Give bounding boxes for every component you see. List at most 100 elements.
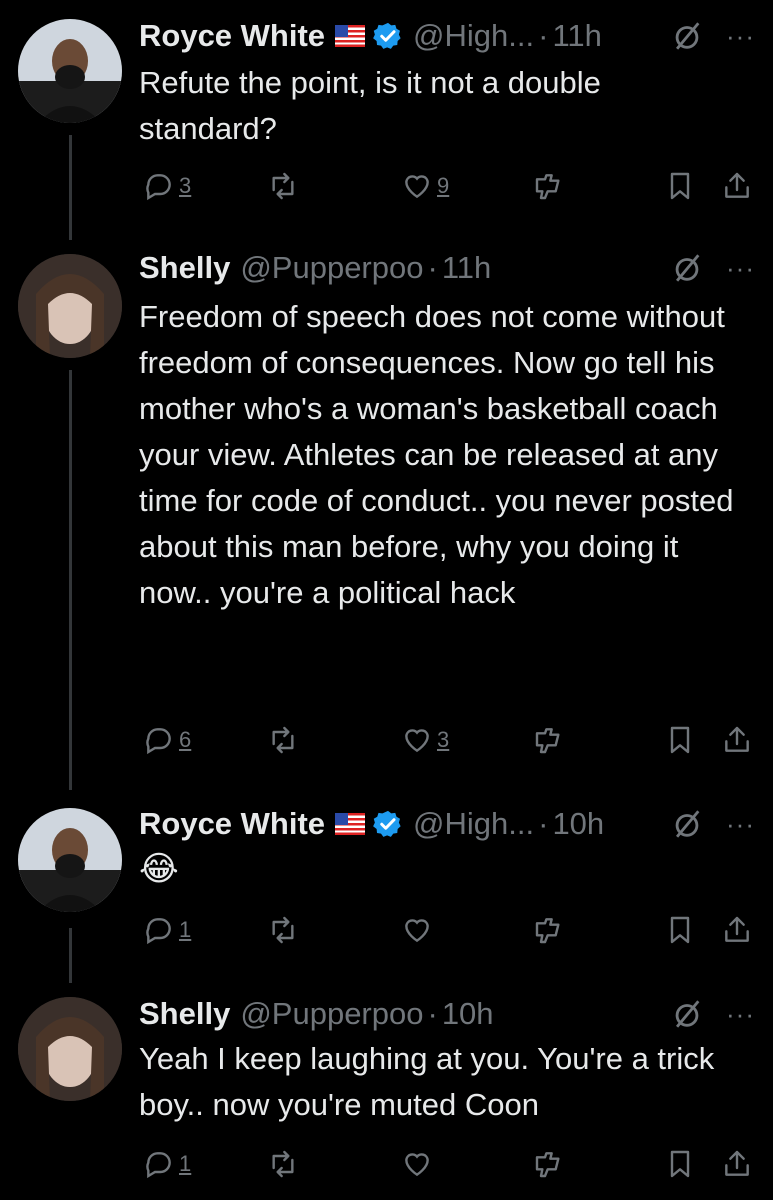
views-button[interactable] <box>533 1144 565 1184</box>
grok-icon[interactable] <box>670 251 704 285</box>
heart-icon <box>405 175 429 199</box>
us-flag-icon <box>335 25 366 47</box>
bookmark-icon <box>670 1150 690 1178</box>
avatar[interactable] <box>18 19 122 123</box>
reply-button[interactable]: 1 <box>143 1144 191 1184</box>
reply-count: 6 <box>179 727 192 752</box>
author-name[interactable]: Royce White <box>139 802 325 846</box>
share-icon <box>725 1150 749 1176</box>
timestamp[interactable]: 10h <box>442 992 494 1036</box>
share-button[interactable] <box>721 1144 753 1184</box>
share-button[interactable] <box>721 720 753 760</box>
like-button[interactable]: 9 <box>401 166 449 206</box>
like-button[interactable]: 3 <box>401 720 449 760</box>
like-count: 9 <box>437 173 450 198</box>
author-name[interactable]: Shelly <box>139 992 230 1036</box>
grok-icon[interactable] <box>670 807 704 841</box>
more-icon[interactable]: ··· <box>726 246 755 290</box>
author-handle[interactable]: @High... <box>413 14 534 58</box>
bookmark-icon <box>670 172 690 200</box>
tweet-text: Freedom of speech does not come without … <box>139 299 734 610</box>
like-count: 3 <box>437 727 450 752</box>
author-handle[interactable]: @High... <box>413 802 534 846</box>
retweet-button[interactable] <box>267 720 303 760</box>
share-button[interactable] <box>721 910 753 950</box>
avatar-image <box>18 808 122 912</box>
tweet-actions: 3 9 <box>139 166 755 206</box>
bookmark-button[interactable] <box>664 910 696 950</box>
retweet-button[interactable] <box>267 166 303 206</box>
views-icon <box>535 728 560 754</box>
reply-icon <box>146 918 171 945</box>
tweet-actions: 6 3 <box>139 720 755 760</box>
bookmark-icon <box>670 916 690 944</box>
tweet-header: Royce White @High... · 10h ··· <box>139 802 755 846</box>
views-icon <box>535 174 560 200</box>
share-icon <box>725 916 749 942</box>
avatar[interactable] <box>18 254 122 358</box>
author-handle[interactable]: @Pupperpoo <box>240 992 423 1036</box>
bookmark-button[interactable] <box>664 720 696 760</box>
avatar-image <box>18 997 122 1101</box>
reply-count: 1 <box>179 1151 192 1176</box>
us-flag-icon <box>335 813 366 835</box>
more-icon[interactable]: ··· <box>726 992 755 1036</box>
retweet-button[interactable] <box>267 910 303 950</box>
reply-count: 3 <box>179 173 192 198</box>
retweet-button[interactable] <box>267 1144 303 1184</box>
avatar[interactable] <box>18 808 122 912</box>
separator-dot: · <box>427 996 438 1031</box>
heart-icon <box>405 919 429 943</box>
tweet-text: Refute the point, is it not a double sta… <box>139 65 601 146</box>
bookmark-button[interactable] <box>664 1144 696 1184</box>
timestamp[interactable]: 10h <box>552 802 604 846</box>
like-button[interactable] <box>401 1144 437 1184</box>
verified-badge-icon <box>373 810 401 837</box>
tweet-actions: 1 <box>139 1144 755 1184</box>
more-icon[interactable]: ··· <box>726 14 755 58</box>
views-icon <box>535 918 560 944</box>
tweet-text: Yeah I keep laughing at you. You're a tr… <box>139 1041 715 1122</box>
share-button[interactable] <box>721 166 753 206</box>
more-icon[interactable]: ··· <box>726 802 755 846</box>
thread-line <box>69 135 72 240</box>
tweet-actions: 1 <box>139 910 755 950</box>
avatar[interactable] <box>18 997 122 1101</box>
reply-button[interactable]: 3 <box>143 166 191 206</box>
grok-icon[interactable] <box>670 997 704 1031</box>
heart-icon <box>405 1153 429 1177</box>
tweet-header: Shelly @Pupperpoo · 11h ··· <box>139 246 755 290</box>
tweet-header: Shelly @Pupperpoo · 10h ··· <box>139 992 755 1036</box>
reply-icon <box>146 174 171 201</box>
views-button[interactable] <box>533 720 565 760</box>
avatar-image <box>18 254 122 358</box>
grok-icon[interactable] <box>670 19 704 53</box>
retweet-icon <box>272 172 294 200</box>
views-button[interactable] <box>533 166 565 206</box>
bookmark-icon <box>670 726 690 754</box>
timestamp[interactable]: 11h <box>442 246 491 290</box>
author-name[interactable]: Royce White <box>139 14 325 58</box>
thread-line <box>69 370 72 790</box>
views-button[interactable] <box>533 910 565 950</box>
retweet-icon <box>272 726 294 754</box>
tweet-text: 😂 <box>139 850 179 888</box>
bookmark-button[interactable] <box>664 166 696 206</box>
separator-dot: · <box>538 806 549 841</box>
share-icon <box>725 172 749 198</box>
avatar-image <box>18 19 122 123</box>
retweet-icon <box>272 1150 294 1178</box>
author-name[interactable]: Shelly <box>139 246 230 290</box>
thread-line <box>69 928 72 983</box>
reply-count: 1 <box>179 917 192 942</box>
reply-button[interactable]: 1 <box>143 910 191 950</box>
heart-icon <box>405 729 429 753</box>
like-button[interactable] <box>401 910 437 950</box>
author-handle[interactable]: @Pupperpoo <box>240 246 423 290</box>
share-icon <box>725 726 749 752</box>
reply-button[interactable]: 6 <box>143 720 191 760</box>
separator-dot: · <box>538 18 549 53</box>
timestamp[interactable]: 11h <box>552 14 601 58</box>
verified-badge-icon <box>373 22 401 49</box>
separator-dot: · <box>427 250 438 285</box>
